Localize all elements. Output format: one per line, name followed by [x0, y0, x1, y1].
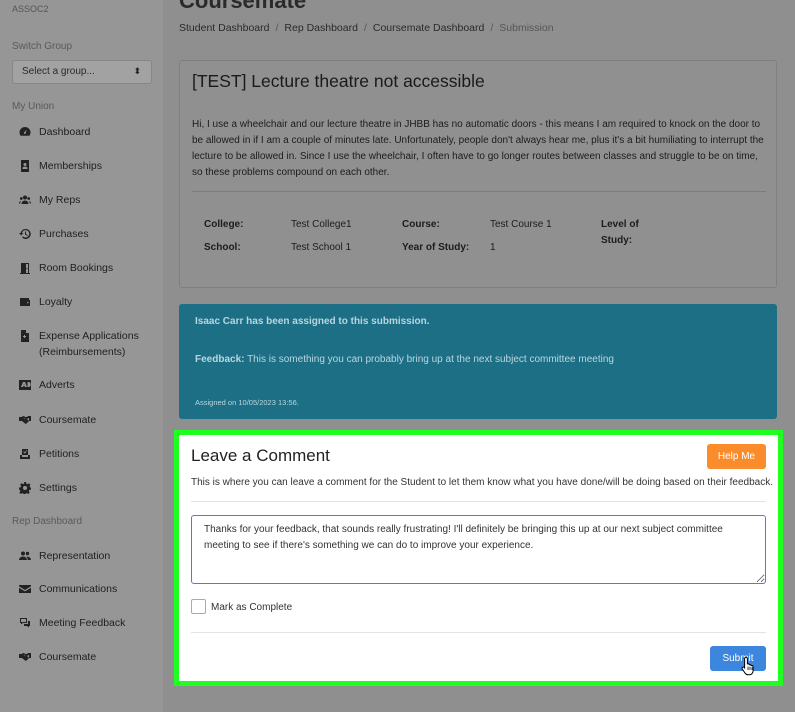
mark-complete-label[interactable]: Mark as Complete: [211, 602, 292, 613]
sidebar-item-label: Loyalty: [39, 296, 73, 308]
sidebar-item-coursemate-rep[interactable]: Coursemate: [18, 651, 96, 665]
school-label: School:: [204, 242, 241, 253]
vote-icon: [18, 448, 31, 460]
mark-complete-checkbox[interactable]: [191, 599, 206, 614]
sidebar-item-label: Meeting Feedback: [39, 617, 126, 629]
course-value: Test Course 1: [490, 219, 552, 230]
sidebar-item-communications[interactable]: Communications: [18, 583, 117, 597]
sidebar-item-memberships[interactable]: Memberships: [18, 160, 102, 174]
sidebar-item-representation[interactable]: Representation: [18, 550, 110, 564]
assignment-alert: Isaac Carr has been assigned to this sub…: [179, 304, 777, 419]
sidebar-item-label: Petitions: [39, 448, 80, 460]
submission-body: Hi, I use a wheelchair and our lecture t…: [192, 119, 764, 178]
sidebar-item-meeting-feedback[interactable]: Meeting Feedback: [18, 617, 125, 631]
history-icon: [18, 228, 31, 240]
handshake-icon: [18, 651, 31, 663]
handshake-icon: [18, 414, 31, 426]
id-card-icon: [18, 160, 31, 172]
submission-title: [TEST] Lecture theatre not accessible: [192, 71, 485, 91]
year-label: Year of Study:: [402, 242, 470, 253]
users-icon: [18, 550, 31, 562]
page-title: Coursemate: [179, 0, 307, 13]
comment-description: This is where you can leave a comment fo…: [191, 477, 774, 488]
assigned-date: Assigned on 10/05/2023 13:56.: [195, 398, 299, 407]
sidebar-item-loyalty[interactable]: Loyalty: [18, 296, 72, 310]
course-label: Course:: [402, 219, 440, 230]
my-union-label: My Union: [12, 101, 55, 112]
level-label-line1: Level of: [601, 219, 639, 230]
comments-icon: [18, 617, 31, 629]
feedback-value: This is something you can probably bring…: [247, 354, 614, 365]
feedback-label: Feedback:: [195, 354, 245, 365]
org-name: ASSOC2: [12, 4, 49, 14]
sidebar-item-label: Expense Applications (Reimbursements): [39, 330, 139, 358]
breadcrumb-coursemate-dashboard[interactable]: Coursemate Dashboard: [373, 22, 484, 34]
sidebar-item-label: Adverts: [39, 379, 75, 391]
sidebar-item-purchases[interactable]: Purchases: [18, 228, 89, 242]
sidebar-item-coursemate[interactable]: Coursemate: [18, 414, 96, 428]
sidebar-item-room-bookings[interactable]: Room Bookings: [18, 262, 113, 276]
level-label-line2: Study:: [601, 235, 633, 246]
divider: [191, 632, 766, 633]
receipt-icon: [18, 330, 31, 342]
sidebar-item-adverts[interactable]: Adverts: [18, 379, 75, 393]
sidebar-item-label: Settings: [39, 482, 77, 494]
college-value: Test College1: [291, 219, 352, 230]
help-me-button[interactable]: Help Me: [707, 444, 766, 469]
leave-comment-card: Leave a Comment Help Me This is where yo…: [174, 430, 783, 686]
breadcrumb-student-dashboard[interactable]: Student Dashboard: [179, 22, 269, 34]
sidebar-item-label: Purchases: [39, 228, 89, 240]
submission-card: [TEST] Lecture theatre not accessible Hi…: [179, 60, 777, 288]
sidebar: ASSOC2 Switch Group Select a group... ⬍ …: [0, 0, 163, 712]
sidebar-item-settings[interactable]: Settings: [18, 482, 77, 496]
gear-icon: [18, 482, 31, 495]
group-select[interactable]: Select a group... ⬍: [12, 60, 152, 84]
sidebar-item-petitions[interactable]: Petitions: [18, 448, 79, 462]
school-value: Test School 1: [291, 242, 352, 253]
wallet-icon: [18, 296, 31, 308]
comment-heading: Leave a Comment: [191, 446, 330, 465]
sidebar-item-label: Coursemate: [39, 414, 97, 426]
group-select-value: Select a group...: [22, 66, 95, 77]
sidebar-item-label: Representation: [39, 550, 111, 562]
sidebar-item-label: Memberships: [39, 160, 103, 172]
envelope-icon: [18, 583, 31, 595]
sidebar-item-label: Communications: [39, 583, 118, 595]
gauge-icon: [18, 126, 31, 138]
sidebar-item-label: Coursemate: [39, 651, 97, 663]
breadcrumb-submission: Submission: [499, 22, 554, 34]
sidebar-item-label: Dashboard: [39, 126, 91, 138]
users-icon: [18, 194, 31, 206]
sidebar-item-my-reps[interactable]: My Reps: [18, 194, 80, 208]
sidebar-item-label: My Reps: [39, 194, 81, 206]
breadcrumb-rep-dashboard[interactable]: Rep Dashboard: [284, 22, 358, 34]
hand-cursor-icon: [741, 656, 754, 676]
sidebar-item-expense-applications[interactable]: Expense Applications (Reimbursements): [18, 330, 149, 360]
feedback-text: Feedback: This is something you can prob…: [195, 354, 614, 365]
ad-icon: [18, 379, 31, 391]
divider: [192, 191, 766, 192]
rep-dashboard-label: Rep Dashboard: [12, 516, 83, 527]
divider: [191, 501, 766, 502]
switch-group-label: Switch Group: [12, 41, 73, 52]
sidebar-item-dashboard[interactable]: Dashboard: [18, 126, 90, 140]
breadcrumb: Student Dashboard / Rep Dashboard / Coursema…: [179, 22, 554, 34]
year-value: 1: [490, 242, 496, 253]
sidebar-item-label: Room Bookings: [39, 262, 114, 274]
assigned-text: Isaac Carr has been assigned to this sub…: [195, 316, 430, 327]
sort-caret-icon: ⬍: [133, 66, 141, 76]
comment-textarea[interactable]: Thanks for your feedback, that sounds re…: [191, 515, 766, 584]
door-icon: [18, 262, 31, 274]
submit-button[interactable]: Submit: [710, 646, 766, 671]
college-label: College:: [204, 219, 244, 230]
